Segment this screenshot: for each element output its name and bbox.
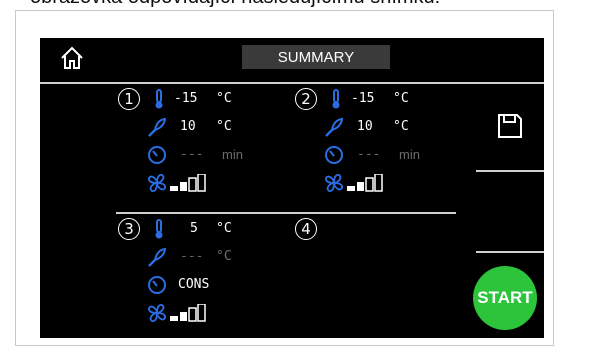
device-screen: SUMMARY 1 -15 °C 10 °C --- min 2 -15 °C … xyxy=(40,38,544,338)
temp-value: -15 xyxy=(351,91,375,106)
thermometer-icon xyxy=(155,219,163,239)
fan-level-indicator xyxy=(170,304,206,322)
probe-icon xyxy=(148,247,167,267)
temp-unit: °C xyxy=(393,91,409,106)
temp-value: 5 xyxy=(190,221,198,236)
probe-unit: °C xyxy=(216,249,232,264)
fan-icon xyxy=(147,173,167,193)
save-icon[interactable] xyxy=(496,112,524,140)
probe-unit: °C xyxy=(393,119,409,134)
probe-value: 10 xyxy=(357,119,373,134)
fan-level-indicator xyxy=(170,174,206,192)
probe-icon xyxy=(325,117,344,137)
home-icon xyxy=(61,46,83,69)
zone-number: 1 xyxy=(118,88,140,110)
sidebar-divider xyxy=(476,251,544,253)
zone-number: 4 xyxy=(295,218,317,240)
fan-level-indicator xyxy=(347,174,383,192)
temp-unit: °C xyxy=(216,221,232,236)
page-caption: obrazovka odpovídající následujícímu sní… xyxy=(30,0,570,8)
time-value: CONS xyxy=(178,277,210,292)
header-divider xyxy=(40,82,544,84)
probe-icon xyxy=(148,117,167,137)
thermometer-icon xyxy=(155,89,163,109)
temp-unit: °C xyxy=(216,91,232,106)
thermometer-icon xyxy=(332,89,340,109)
timer-icon xyxy=(148,146,166,164)
time-unit: min xyxy=(399,147,420,162)
fan-icon xyxy=(147,303,167,323)
time-unit: min xyxy=(222,147,243,162)
probe-unit: °C xyxy=(216,119,232,134)
time-value: --- xyxy=(357,147,381,162)
sidebar-divider xyxy=(476,170,544,172)
zone-number: 3 xyxy=(118,218,140,240)
start-button[interactable]: START xyxy=(473,266,537,330)
zone-number: 2 xyxy=(295,88,317,110)
home-button[interactable] xyxy=(56,42,88,74)
probe-value: --- xyxy=(180,249,204,264)
timer-icon xyxy=(325,146,343,164)
page-title: SUMMARY xyxy=(242,45,390,69)
zones-divider xyxy=(116,212,456,214)
probe-value: 10 xyxy=(180,119,196,134)
timer-icon xyxy=(148,276,166,294)
temp-value: -15 xyxy=(174,91,198,106)
time-value: --- xyxy=(180,147,204,162)
fan-icon xyxy=(324,173,344,193)
